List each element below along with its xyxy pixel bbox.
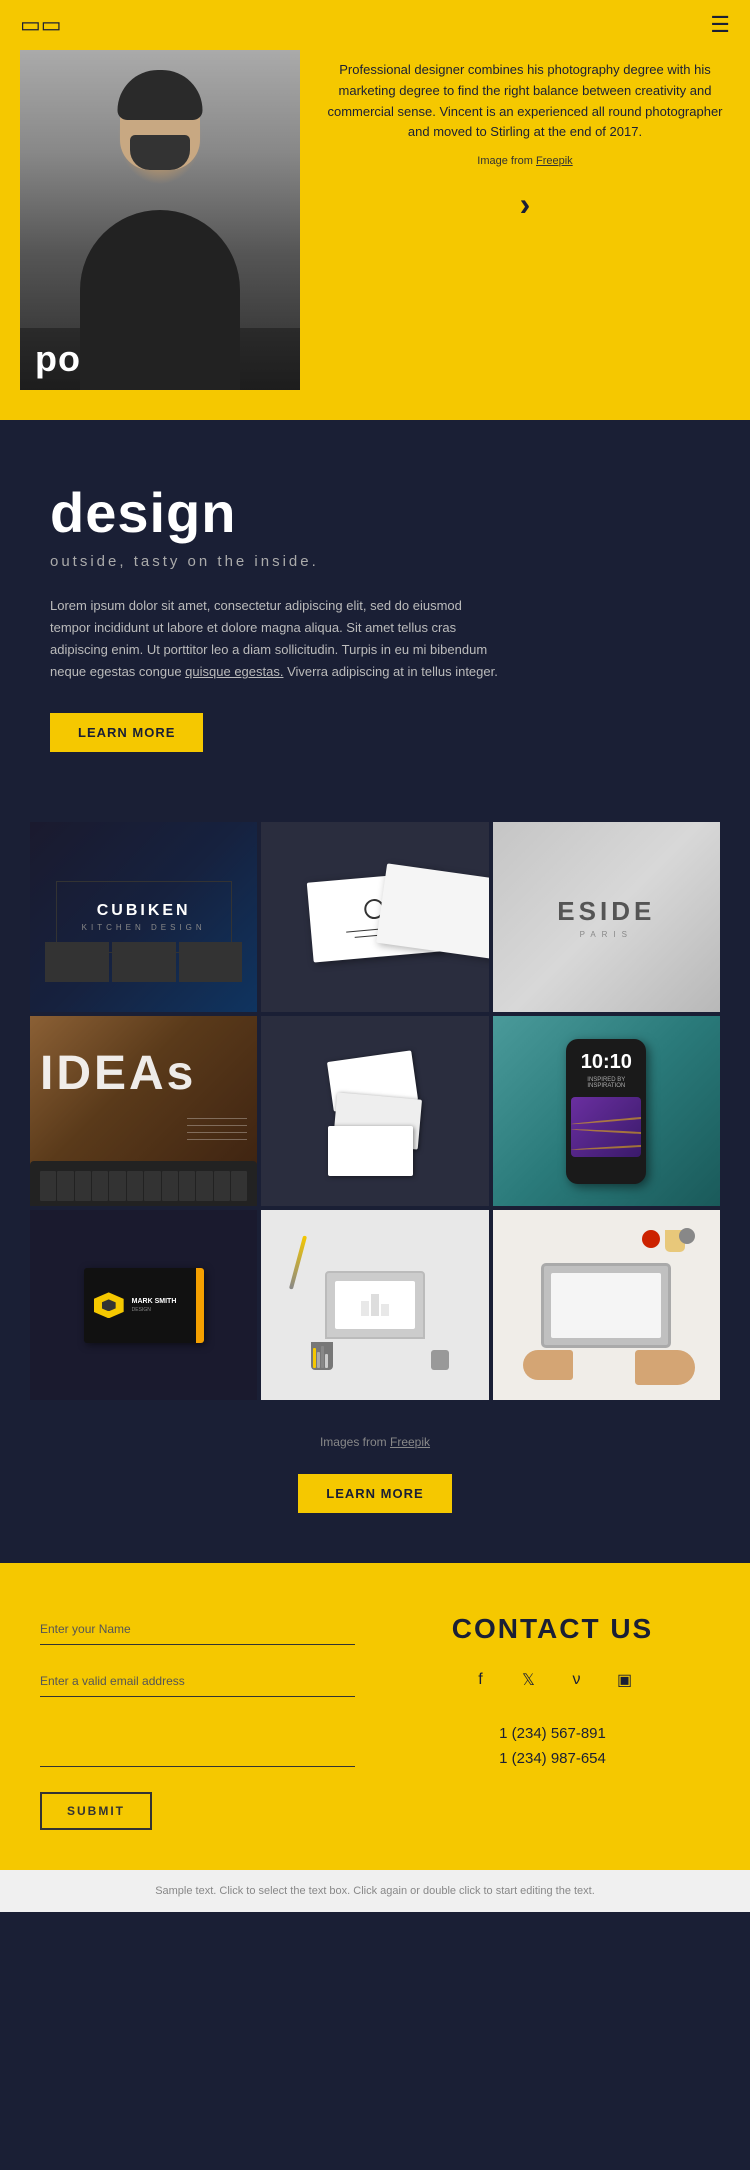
- portfolio-item-ideas[interactable]: IDEAs: [30, 1016, 257, 1206]
- phone-sub: INSPIRED BY INSPIRATION: [571, 1077, 641, 1089]
- portfolio-item-workspace[interactable]: [493, 1210, 720, 1400]
- portfolio-freepik-link[interactable]: Freepik: [390, 1435, 430, 1449]
- business-cards-stack: [325, 1046, 425, 1176]
- apple-icon: [642, 1230, 660, 1248]
- header: ▭▭ ☰: [0, 0, 750, 50]
- design-subtitle: outside, tasty on the inside.: [50, 553, 700, 570]
- left-hand: [523, 1350, 573, 1380]
- hero-section: portfolio Professional designer combines…: [0, 50, 750, 420]
- cubiken-brand: CUBIKEN: [82, 902, 206, 920]
- portfolio-credit: Images from Freepik: [0, 1420, 750, 1464]
- stationery-laptop: [325, 1271, 425, 1339]
- arrow-right-icon[interactable]: ›: [520, 186, 531, 223]
- bc-orange-bar: [196, 1268, 204, 1343]
- portfolio-item-stationery[interactable]: [261, 1210, 488, 1400]
- submit-button[interactable]: SUBMIT: [40, 1792, 152, 1830]
- facebook-icon[interactable]: f: [466, 1665, 496, 1695]
- laptop-base: [30, 1161, 257, 1206]
- bc-text-lines: MARK SMITH DESIGN: [132, 1298, 194, 1313]
- twitter-icon[interactable]: 𝕏: [514, 1665, 544, 1695]
- person-beard: [130, 135, 190, 170]
- laptop-keyboard: [40, 1171, 247, 1201]
- contact-section: SUBMIT CONTACT US f 𝕏 ν ▣ 1 (234) 567-89…: [0, 1563, 750, 1870]
- phone-mockup: 10:10 INSPIRED BY INSPIRATION: [566, 1039, 646, 1184]
- portfolio-item-business-cards-1[interactable]: [261, 822, 488, 1012]
- bc-name: MARK SMITH: [132, 1298, 194, 1305]
- portfolio-item-phone[interactable]: 10:10 INSPIRED BY INSPIRATION: [493, 1016, 720, 1206]
- message-input[interactable]: [40, 1717, 355, 1767]
- hex-inner: [102, 1299, 116, 1311]
- hero-text: Professional designer combines his photo…: [320, 50, 730, 390]
- design-section: design outside, tasty on the inside. Lor…: [0, 420, 750, 802]
- phone-screen-design: [571, 1097, 641, 1157]
- social-icons: f 𝕏 ν ▣: [395, 1665, 710, 1695]
- hero-description: Professional designer combines his photo…: [320, 60, 730, 143]
- hamburger-icon[interactable]: ☰: [710, 12, 730, 38]
- ideas-text: IDEAs: [40, 1046, 196, 1101]
- pencil-icon: [289, 1236, 307, 1290]
- book-open-icon[interactable]: ▭▭: [20, 12, 62, 38]
- contact-info: CONTACT US f 𝕏 ν ▣ 1 (234) 567-891 1 (23…: [395, 1613, 710, 1830]
- freepik-link[interactable]: Freepik: [536, 155, 573, 167]
- design-business-card: MARK SMITH DESIGN: [84, 1268, 204, 1343]
- portfolio-grid: CUBIKEN KITCHEN DESIGN ESIDE PARIS: [0, 802, 750, 1420]
- portfolio-item-eside[interactable]: ESIDE PARIS: [493, 822, 720, 1012]
- image-credit: Image from Freepik: [320, 153, 730, 171]
- portfolio-item-design-card[interactable]: MARK SMITH DESIGN: [30, 1210, 257, 1400]
- bc-title: DESIGN: [132, 1307, 194, 1313]
- name-input[interactable]: [40, 1613, 355, 1645]
- design-heading: design: [50, 480, 700, 545]
- eside-sub: PARIS: [557, 930, 655, 939]
- workspace-visual: [493, 1210, 720, 1400]
- person-hair: [118, 70, 203, 120]
- portfolio-learn-more-button[interactable]: LEARN MORE: [298, 1474, 451, 1513]
- phone-time: 10:10: [581, 1051, 632, 1074]
- pen-cup: [311, 1342, 333, 1370]
- hero-arrow[interactable]: ›: [320, 186, 730, 223]
- instagram-icon[interactable]: ▣: [610, 1665, 640, 1695]
- contact-form: SUBMIT: [40, 1613, 355, 1830]
- right-hand: [635, 1350, 695, 1385]
- stationery-screen: [335, 1281, 415, 1329]
- glasses-icon: [679, 1228, 695, 1244]
- learn-more-button[interactable]: LEARN MORE: [50, 713, 203, 752]
- portfolio-item-cubiken[interactable]: CUBIKEN KITCHEN DESIGN: [30, 822, 257, 1012]
- footer-text: Sample text. Click to select the text bo…: [155, 1885, 595, 1897]
- phone-number-2: 1 (234) 987-654: [395, 1750, 710, 1767]
- eside-brand: ESIDE: [557, 896, 655, 927]
- vimeo-icon[interactable]: ν: [562, 1665, 592, 1695]
- contact-title: CONTACT US: [395, 1613, 710, 1645]
- workspace-laptop: [541, 1263, 671, 1348]
- workspace-screen: [551, 1273, 661, 1338]
- portfolio-learn-more-wrapper: LEARN MORE: [0, 1464, 750, 1563]
- person-body: [80, 210, 240, 390]
- hex-logo: [94, 1292, 124, 1318]
- bc-item-3: [328, 1126, 413, 1176]
- phone-number-1: 1 (234) 567-891: [395, 1725, 710, 1742]
- design-body: Lorem ipsum dolor sit amet, consectetur …: [50, 595, 500, 683]
- email-input[interactable]: [40, 1665, 355, 1697]
- portfolio-item-business-cards-2[interactable]: [261, 1016, 488, 1206]
- cubiken-sub: KITCHEN DESIGN: [82, 923, 206, 932]
- hero-image-wrapper: portfolio: [20, 50, 300, 390]
- notepad-lines: [187, 1118, 247, 1146]
- eraser: [431, 1350, 449, 1370]
- phone-numbers: 1 (234) 567-891 1 (234) 987-654: [395, 1725, 710, 1767]
- footer-note: Sample text. Click to select the text bo…: [0, 1870, 750, 1912]
